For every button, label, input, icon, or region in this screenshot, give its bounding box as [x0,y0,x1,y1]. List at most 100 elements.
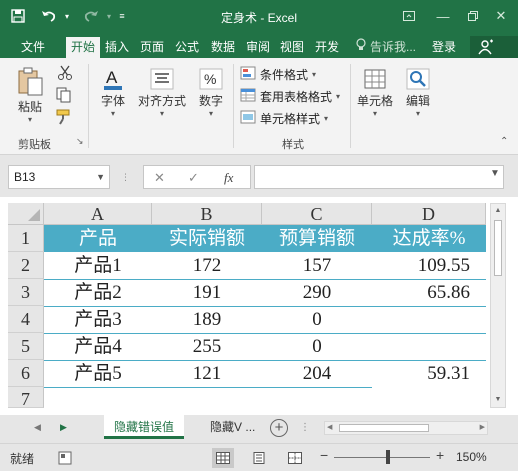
copy-button[interactable] [52,86,78,104]
font-button[interactable]: A 字体 ▾ [96,66,130,118]
table-cell[interactable]: 189 [152,306,262,333]
table-cell[interactable]: 产品2 [44,279,152,306]
row-header-6[interactable]: 6 [8,360,44,387]
table-cell[interactable]: 0 [262,306,372,333]
table-cell[interactable]: 产品4 [44,333,152,360]
table-cell[interactable] [372,333,486,360]
sheet-tab-active[interactable]: 隐藏错误值 [104,415,185,439]
table-header-cell[interactable]: 产品 [44,225,152,252]
clipboard-launcher-icon[interactable]: ↘ [76,136,84,147]
table-header-cell[interactable]: 预算销额 [262,225,372,252]
ribbon-display-options-icon[interactable] [398,5,420,27]
table-cell[interactable]: 产品1 [44,252,152,279]
vertical-scrollbar[interactable]: ▲ ▼ [490,203,506,408]
tab-developer[interactable]: 开发 [312,37,342,58]
row-header-7[interactable]: 7 [8,387,44,409]
sheet-next-icon[interactable]: ▶ [60,422,67,433]
number-format-button[interactable]: % 数字 ▾ [196,66,226,118]
scroll-down-icon[interactable]: ▼ [491,393,505,407]
insert-function-icon[interactable]: fx [224,166,233,190]
tab-page-layout[interactable]: 页面 [136,37,168,58]
formula-input[interactable] [254,165,504,189]
paste-button[interactable]: 粘贴 ▾ [12,66,48,124]
vertical-scroll-thumb[interactable] [494,220,502,276]
restore-icon[interactable] [462,5,484,27]
zoom-level[interactable]: 150% [456,450,487,464]
page-layout-view-icon[interactable] [248,448,270,468]
sign-in-link[interactable]: 登录 [432,37,456,58]
table-cell[interactable]: 0 [262,333,372,360]
editing-button[interactable]: 编辑 ▾ [402,66,434,118]
tell-me-box[interactable]: 告诉我... [356,37,416,58]
format-as-table-button[interactable]: 套用表格格式 ▾ [240,86,340,106]
clipboard-icon [15,66,45,98]
cell-styles-button[interactable]: 单元格样式 ▾ [240,108,328,128]
table-cell[interactable]: 157 [262,252,372,279]
table-cell[interactable]: 产品5 [44,360,152,387]
sheet-tab-other[interactable]: 隐藏V ... [200,415,265,439]
align-lines-icon [149,66,175,92]
table-cell[interactable]: 290 [262,279,372,306]
name-box-dropdown-icon[interactable]: ▼ [96,166,105,188]
tab-data[interactable]: 数据 [208,37,238,58]
expand-formula-bar-icon[interactable]: ▼ [490,168,500,179]
conditional-format-button[interactable]: 条件格式 ▾ [240,64,316,84]
table-cell[interactable]: 109.55 [372,252,486,279]
cut-button[interactable] [52,64,78,82]
minimize-icon[interactable]: — [432,5,454,27]
row-header-4[interactable]: 4 [8,306,44,333]
page-break-view-icon[interactable] [284,448,306,468]
column-header-b[interactable]: B [152,203,262,225]
tab-review[interactable]: 审阅 [244,37,272,58]
format-painter-button[interactable] [52,108,78,126]
table-cell[interactable]: 65.86 [372,279,486,306]
row-header-3[interactable]: 3 [8,279,44,306]
tab-formulas[interactable]: 公式 [172,37,202,58]
enter-check-icon[interactable]: ✓ [188,166,199,190]
horizontal-scrollbar[interactable]: ◀ ▶ [324,421,488,435]
scroll-right-icon[interactable]: ▶ [480,423,485,431]
macro-record-icon[interactable] [54,448,76,468]
scroll-up-icon[interactable]: ▲ [491,204,505,218]
name-box[interactable]: B13 ▼ [8,165,110,189]
row-header-2[interactable]: 2 [8,252,44,279]
row-header-1[interactable]: 1 [8,225,44,252]
scroll-left-icon[interactable]: ◀ [327,423,332,431]
worksheet-grid[interactable]: A B C D 1 2 3 4 5 6 7 产品 实际销额 预算销额 达成率% … [0,197,518,415]
tab-home[interactable]: 开始 [66,37,100,58]
table-header-cell[interactable]: 达成率% [372,225,486,252]
tab-insert[interactable]: 插入 [102,37,132,58]
zoom-out-icon[interactable]: − [320,447,328,463]
share-button[interactable] [470,36,518,58]
sheet-prev-icon[interactable]: ◀ [34,422,41,433]
table-cell[interactable]: 191 [152,279,262,306]
collapse-ribbon-icon[interactable]: ⌃ [500,136,508,147]
tab-view[interactable]: 视图 [278,37,306,58]
horizontal-scroll-thumb[interactable] [339,424,429,432]
cancel-icon[interactable]: ✕ [154,166,165,190]
table-cell[interactable]: 204 [262,360,372,387]
add-sheet-icon[interactable]: + [270,419,288,437]
zoom-slider[interactable] [334,457,430,458]
cells-button[interactable]: 单元格 ▾ [356,66,394,118]
column-header-c[interactable]: C [262,203,372,225]
table-cell[interactable]: 产品3 [44,306,152,333]
table-cell[interactable]: 59.31 [372,360,486,387]
number-label: 数字 [198,94,223,108]
zoom-slider-handle[interactable] [386,450,390,464]
column-header-a[interactable]: A [44,203,152,225]
tab-file[interactable]: 文件 [14,37,52,58]
zoom-in-icon[interactable]: + [436,447,444,463]
select-all-button[interactable] [8,203,44,225]
table-cell[interactable] [372,306,486,333]
normal-view-icon[interactable] [212,448,234,468]
column-header-d[interactable]: D [372,203,486,225]
lightbulb-icon [356,37,366,58]
table-cell[interactable]: 255 [152,333,262,360]
alignment-button[interactable]: 对齐方式 ▾ [136,66,188,118]
table-header-cell[interactable]: 实际销额 [152,225,262,252]
row-header-5[interactable]: 5 [8,333,44,360]
table-cell[interactable]: 121 [152,360,262,387]
table-cell[interactable]: 172 [152,252,262,279]
close-icon[interactable]: ✕ [490,5,512,27]
